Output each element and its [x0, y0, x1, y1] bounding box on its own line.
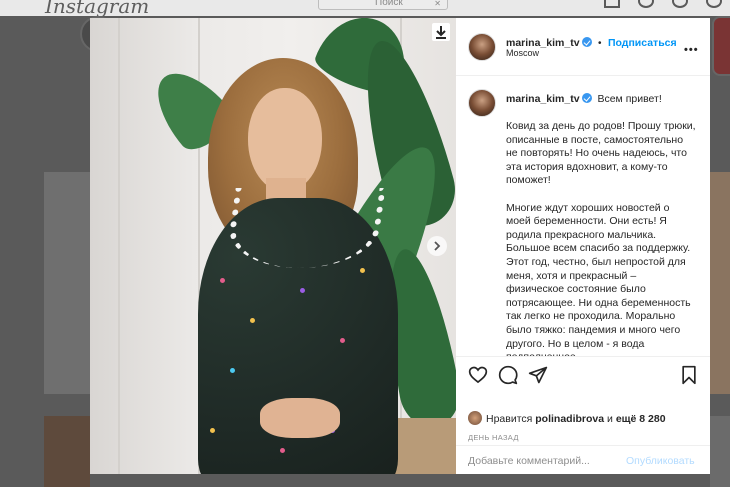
search-input[interactable]: Поиск ✕	[318, 0, 448, 10]
grid-tile[interactable]	[710, 416, 730, 487]
search-placeholder: Поиск	[375, 0, 403, 8]
home-icon[interactable]	[604, 0, 620, 8]
grid-tile[interactable]	[44, 416, 90, 487]
liker-avatar[interactable]	[468, 411, 482, 425]
heart-icon[interactable]	[468, 365, 488, 385]
caption-first-line: marina_kim_tv Всем привет!	[506, 93, 662, 105]
dress-flower	[300, 288, 305, 293]
post-location[interactable]: Moscow	[506, 48, 539, 58]
post-timestamp[interactable]: ДЕНЬ НАЗАД	[468, 433, 519, 442]
post-header: marina_kim_tv • Подписаться Moscow •••	[456, 18, 710, 76]
verified-badge-icon	[581, 37, 592, 47]
post-actions: Нравится polinadibrova и ещё 8 280 ДЕНЬ …	[456, 356, 710, 474]
dress-flower	[280, 448, 285, 453]
grid-tile[interactable]	[44, 172, 90, 394]
grid-tile[interactable]	[710, 172, 730, 394]
likes-prefix: Нравится	[486, 413, 533, 425]
liker-username[interactable]: polinadibrova	[535, 413, 604, 425]
likes-summary: Нравится polinadibrova и ещё 8 280	[468, 411, 666, 425]
dress-flower	[360, 268, 365, 273]
direct-icon[interactable]	[638, 0, 654, 8]
comment-form: Добавьте комментарий... Опубликовать	[456, 445, 710, 475]
comment-input[interactable]: Добавьте комментарий...	[468, 455, 590, 467]
author-avatar[interactable]	[468, 33, 496, 61]
face-shape	[248, 88, 322, 192]
verified-badge-icon	[581, 93, 592, 103]
likes-middle: и	[607, 413, 613, 425]
dot-separator: •	[598, 38, 602, 49]
clear-search-icon[interactable]: ✕	[434, 0, 441, 10]
profile-tile	[712, 16, 730, 76]
comment-icon[interactable]	[498, 365, 518, 385]
caption-author-avatar[interactable]	[468, 89, 496, 117]
caption-username[interactable]: marina_kim_tv	[506, 93, 580, 105]
dress-flower	[220, 278, 225, 283]
wall-panel-line	[118, 18, 120, 474]
post-comment-button[interactable]: Опубликовать	[626, 455, 695, 467]
hands-shape	[260, 398, 340, 438]
dress-flower	[340, 338, 345, 343]
follow-button[interactable]: Подписаться	[608, 37, 677, 49]
activity-icon[interactable]	[706, 0, 722, 8]
caption-text: Ковид за день до родов! Прошу трюки, опи…	[506, 120, 696, 356]
bookmark-icon[interactable]	[680, 365, 700, 385]
post-side-panel: marina_kim_tv • Подписаться Moscow ••• m…	[456, 18, 710, 474]
likes-count[interactable]: ещё 8 280	[616, 413, 666, 425]
paper-plane-icon[interactable]	[528, 365, 548, 385]
caption-greeting: Всем привет!	[597, 93, 662, 105]
chevron-right-icon[interactable]	[427, 236, 447, 256]
caption-area: marina_kim_tv Всем привет! Ковид за день…	[456, 76, 710, 356]
more-options-icon[interactable]: •••	[684, 44, 699, 56]
dress-flower	[230, 368, 235, 373]
dress-flower	[250, 318, 255, 323]
background-header: Instagram Поиск ✕	[0, 0, 730, 18]
dress-flower	[210, 428, 215, 433]
explore-icon[interactable]	[672, 0, 688, 8]
post-photo[interactable]	[90, 18, 456, 474]
download-icon[interactable]	[432, 23, 450, 41]
